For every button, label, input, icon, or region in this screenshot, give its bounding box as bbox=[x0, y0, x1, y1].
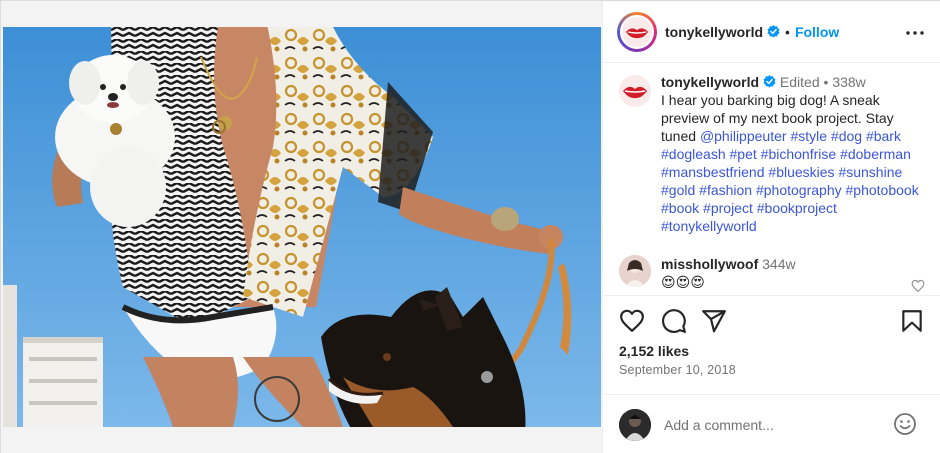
post-dialog: tonykellyworld • Follow tonykellyworld E… bbox=[0, 0, 940, 453]
comment-body: misshollywoof 344w 😍😍😍 bbox=[661, 255, 796, 291]
commenter-avatar[interactable] bbox=[619, 255, 651, 287]
edited-separator: • bbox=[823, 74, 829, 90]
follow-button[interactable]: Follow bbox=[795, 24, 839, 40]
verified-badge-icon bbox=[763, 75, 776, 88]
add-comment-bar bbox=[603, 394, 940, 453]
author-avatar[interactable] bbox=[617, 11, 657, 52]
post-header: tonykellyworld • Follow bbox=[603, 1, 940, 63]
comments-list[interactable]: tonykellyworld Edited • 338w I hear you … bbox=[603, 63, 940, 295]
comment-item: misshollywoof 344w 😍😍😍 bbox=[619, 255, 925, 293]
paper-plane-icon[interactable] bbox=[701, 308, 727, 334]
bookmark-icon[interactable] bbox=[899, 308, 925, 334]
comment-age[interactable]: 344w bbox=[762, 256, 795, 272]
hashtag-link[interactable]: #photography bbox=[756, 182, 842, 198]
likes-count[interactable]: 2,152 likes bbox=[619, 343, 689, 359]
hashtag-link[interactable]: #bark bbox=[866, 128, 901, 144]
comment-like-heart-icon[interactable] bbox=[911, 279, 925, 293]
edited-label: Edited bbox=[779, 74, 820, 90]
hashtag-link[interactable]: #doberman bbox=[840, 146, 911, 162]
hashtag-link[interactable]: #mansbestfriend bbox=[661, 164, 765, 180]
hashtag-link[interactable]: #pet bbox=[730, 146, 757, 162]
post-photo[interactable] bbox=[3, 27, 601, 427]
hashtag-link[interactable]: #photobook bbox=[846, 182, 919, 198]
current-user-avatar bbox=[619, 408, 651, 441]
hashtag-link[interactable]: #bichonfrise bbox=[761, 146, 837, 162]
lips-logo-icon bbox=[620, 14, 654, 49]
author-username[interactable]: tonykellyworld bbox=[665, 24, 763, 40]
media-panel bbox=[1, 1, 603, 453]
hashtag-link[interactable]: #blueskies bbox=[768, 164, 834, 180]
more-options-icon[interactable] bbox=[903, 21, 927, 45]
caption-text-block: tonykellyworld Edited • 338w I hear you … bbox=[661, 73, 925, 235]
hashtag-link[interactable]: #fashion bbox=[699, 182, 752, 198]
hashtag-link[interactable]: #tonykellyworld bbox=[661, 218, 757, 234]
commenter-username[interactable]: misshollywoof bbox=[661, 256, 758, 272]
comment-input[interactable] bbox=[664, 416, 874, 433]
smiley-face-icon[interactable] bbox=[893, 412, 917, 436]
hashtag-link[interactable]: #bookproject bbox=[757, 200, 837, 216]
hashtag-link[interactable]: #dogleash bbox=[661, 146, 726, 162]
caption-avatar[interactable] bbox=[619, 75, 651, 107]
header-separator: • bbox=[785, 23, 790, 40]
hashtag-link[interactable]: #style bbox=[790, 128, 827, 144]
post-date[interactable]: September 10, 2018 bbox=[619, 363, 736, 377]
hashtag-link[interactable]: #gold bbox=[661, 182, 695, 198]
comment-bubble-icon[interactable] bbox=[661, 308, 687, 334]
caption-age[interactable]: 338w bbox=[832, 74, 865, 90]
post-actions: 2,152 likes September 10, 2018 bbox=[603, 295, 940, 410]
hashtag-link[interactable]: #dog bbox=[831, 128, 862, 144]
mention-link[interactable]: @philippeuter bbox=[700, 128, 787, 144]
post-details-panel: tonykellyworld • Follow tonykellyworld E… bbox=[603, 1, 940, 453]
post-photo-illustration bbox=[3, 27, 601, 427]
hashtag-link[interactable]: #sunshine bbox=[838, 164, 902, 180]
caption: tonykellyworld Edited • 338w I hear you … bbox=[619, 73, 925, 235]
action-icon-row bbox=[619, 308, 925, 336]
verified-badge-icon bbox=[767, 25, 780, 38]
heart-icon[interactable] bbox=[619, 308, 645, 334]
hashtag-link[interactable]: #book bbox=[661, 200, 699, 216]
hashtag-link[interactable]: #project bbox=[703, 200, 753, 216]
caption-username[interactable]: tonykellyworld bbox=[661, 74, 759, 90]
comment-text: 😍😍😍 bbox=[661, 274, 705, 290]
